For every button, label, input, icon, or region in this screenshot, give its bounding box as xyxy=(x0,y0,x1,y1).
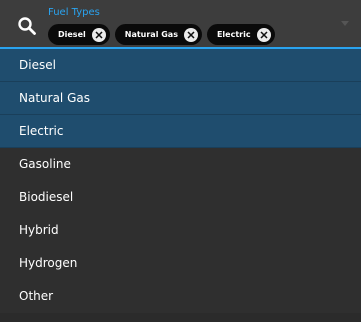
option-label: Gasoline xyxy=(19,157,71,171)
option-label: Biodiesel xyxy=(19,190,74,204)
option-diesel[interactable]: Diesel xyxy=(0,49,361,82)
chip-label: Electric xyxy=(216,30,251,39)
chip-diesel: Diesel xyxy=(48,24,110,45)
chip-electric: Electric xyxy=(206,24,275,45)
chip-label: Diesel xyxy=(58,30,86,39)
selected-chips: Diesel Natural Gas Electric xyxy=(48,24,275,45)
options-list: Diesel Natural Gas Electric Gasoline Bio… xyxy=(0,49,361,313)
option-label: Natural Gas xyxy=(19,91,90,105)
option-biodiesel[interactable]: Biodiesel xyxy=(0,181,361,214)
option-natural-gas[interactable]: Natural Gas xyxy=(0,82,361,115)
fuel-types-select-field[interactable]: Fuel Types Diesel Natural Gas Electric xyxy=(0,0,361,49)
chip-label: Natural Gas xyxy=(124,30,178,39)
close-icon[interactable] xyxy=(91,27,106,42)
option-hydrogen[interactable]: Hydrogen xyxy=(0,247,361,280)
option-label: Electric xyxy=(19,124,64,138)
option-label: Hydrogen xyxy=(19,256,78,270)
chip-natural-gas: Natural Gas xyxy=(114,24,202,45)
option-label: Other xyxy=(19,289,54,303)
field-label: Fuel Types xyxy=(48,7,100,18)
close-icon[interactable] xyxy=(256,27,271,42)
option-other[interactable]: Other xyxy=(0,280,361,313)
option-electric[interactable]: Electric xyxy=(0,115,361,148)
chevron-down-icon[interactable] xyxy=(341,21,349,26)
option-gasoline[interactable]: Gasoline xyxy=(0,148,361,181)
option-label: Hybrid xyxy=(19,223,59,237)
option-hybrid[interactable]: Hybrid xyxy=(0,214,361,247)
close-icon[interactable] xyxy=(183,27,198,42)
option-label: Diesel xyxy=(19,58,56,72)
search-icon xyxy=(17,16,37,36)
